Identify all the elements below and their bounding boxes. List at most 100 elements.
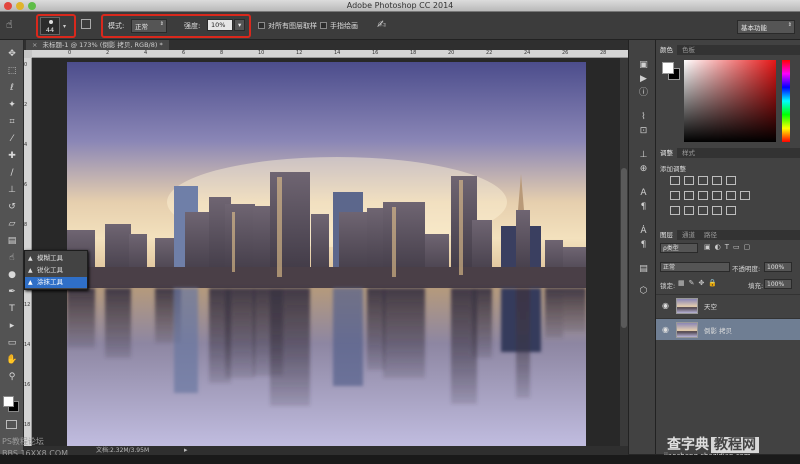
tab-layers[interactable]: 图层 [656,230,677,240]
pressure-brush-icon[interactable]: ✍ [377,18,386,31]
lock-icons[interactable]: ▦✎✥🔒 [678,279,721,287]
layer-filter-icons[interactable]: ▣◐T▭▢ [704,243,754,251]
history-panel-icon[interactable]: ▣ [638,60,649,71]
ruler-tick-label: 4 [24,142,28,148]
tab-styles[interactable]: 样式 [678,148,699,158]
curves-icon[interactable] [698,176,708,185]
finger-painting-checkbox[interactable] [320,22,327,29]
scrollbar-thumb[interactable] [621,168,627,328]
brush-panel-toggle-icon[interactable] [81,19,91,29]
paragraph-styles-icon[interactable]: ¶ [638,240,649,251]
type-tool-icon[interactable]: T [5,303,19,315]
blend-mode-select[interactable]: 正常 [660,262,730,272]
layer-row[interactable]: ◉ 天空 [656,294,800,316]
paragraph-panel-icon[interactable]: ¶ [638,202,649,213]
hand-tool-icon[interactable]: ✋ [5,354,19,366]
flyout-item[interactable]: ▲ 模糊工具 [25,253,87,264]
gradient-tool-icon[interactable]: ▤ [5,235,19,247]
color-lookup-icon[interactable] [740,191,750,200]
chevron-down-icon[interactable]: ▾ [63,23,66,30]
strength-slider-toggle[interactable]: ▾ [234,19,245,31]
close-tab-icon[interactable]: × [32,41,37,49]
ruler-origin[interactable] [24,50,32,58]
channel-mixer-icon[interactable] [726,191,736,200]
properties-panel-icon[interactable]: ▤ [638,264,649,275]
character-panel-icon[interactable]: A [638,188,649,199]
layer-name: 天空 [704,303,717,311]
tab-paths[interactable]: 路径 [700,230,721,240]
color-balance-icon[interactable] [684,191,694,200]
hue-saturation-icon[interactable] [670,191,680,200]
layer-row[interactable]: ◉ 倒影 拷贝 [656,318,800,340]
status-menu-arrow-icon[interactable]: ▸ [184,446,188,455]
tab-adjustments[interactable]: 调整 [656,148,677,158]
info-panel-icon[interactable]: ⓘ [638,88,649,99]
threshold-icon[interactable] [698,206,708,215]
lasso-tool-icon[interactable]: ℓ [5,82,19,94]
tab-channels[interactable]: 通道 [678,230,699,240]
vertical-scrollbar[interactable] [620,58,628,446]
photo-filter-icon[interactable] [712,191,722,200]
gradient-map-icon[interactable] [726,206,736,215]
flyout-item-label: 模糊工具 [37,254,63,262]
foreground-color-swatch[interactable] [662,62,674,74]
rectangle-tool-icon[interactable]: ▭ [5,337,19,349]
brush-panel-icon[interactable]: ⌇ [638,112,649,123]
horizontal-ruler[interactable]: 0 2 4 6 8 10 12 14 16 18 20 22 24 26 28 [32,50,628,58]
color-picker-field[interactable] [684,60,776,142]
black-white-icon[interactable] [698,191,708,200]
exposure-icon[interactable] [712,176,722,185]
fill-input[interactable]: 100% [764,279,792,289]
pen-tool-icon[interactable]: ✒ [5,286,19,298]
mode-select[interactable]: 正常 ⇕ [131,19,167,33]
history-brush-tool-icon[interactable]: ↺ [5,201,19,213]
marquee-tool-icon[interactable]: ⬚ [5,65,19,77]
opacity-input[interactable]: 100% [764,262,792,272]
vibrance-icon[interactable] [726,176,736,185]
brightness-contrast-icon[interactable] [670,176,680,185]
brush-tool-icon[interactable]: / [5,167,19,179]
flyout-item[interactable]: ▲ 锐化工具 [25,265,87,276]
levels-icon[interactable] [684,176,694,185]
move-tool-icon[interactable]: ✥ [5,48,19,60]
zoom-tool-icon[interactable]: ⚲ [5,371,19,383]
tab-swatches[interactable]: 色板 [678,45,699,55]
smudge-tool-icon[interactable]: ☝ [5,252,19,264]
layer-filter-kind-select[interactable]: ρ类型 [660,243,698,253]
dodge-tool-icon[interactable]: ● [5,269,19,281]
invert-icon[interactable] [670,206,680,215]
quick-mask-icon[interactable] [6,420,17,429]
ruler-tick-label: 28 [600,50,607,56]
hue-slider[interactable] [782,60,790,142]
crop-tool-icon[interactable]: ⌗ [5,116,19,128]
posterize-icon[interactable] [684,206,694,215]
clone-stamp-tool-icon[interactable]: ⊥ [5,184,19,196]
document-tab-label: 未标题-1 @ 173% (倒影 拷贝, RGB/8) * [42,41,163,49]
tool-presets-icon[interactable]: ⊕ [638,164,649,175]
strength-input[interactable]: 10% [207,19,233,31]
3d-panel-icon[interactable]: ⬡ [638,286,649,297]
eyedropper-tool-icon[interactable]: ⁄ [5,133,19,145]
eye-visibility-icon[interactable]: ◉ [662,301,669,310]
canvas-image[interactable] [67,62,586,447]
brush-preset-picker[interactable]: 44 [40,17,60,35]
tab-color[interactable]: 颜色 [656,45,677,55]
flyout-item[interactable]: ▲ 涂抹工具 [25,277,87,288]
actions-play-icon[interactable]: ▶ [638,74,649,85]
eraser-tool-icon[interactable]: ▱ [5,218,19,230]
brush-presets-icon[interactable]: ⊡ [638,126,649,137]
magic-wand-tool-icon[interactable]: ✦ [5,99,19,111]
ruler-tick-label: 18 [24,422,31,428]
healing-brush-tool-icon[interactable]: ✚ [5,150,19,162]
document-tab[interactable]: × 未标题-1 @ 173% (倒影 拷贝, RGB/8) * [26,40,169,50]
character-styles-icon[interactable]: Ȧ [638,226,649,237]
smudge-tool-preset-icon[interactable]: ☝ [6,18,13,31]
sample-all-layers-checkbox[interactable] [258,22,265,29]
clone-source-icon[interactable]: ⊥ [638,150,649,161]
chevron-updown-icon: ⇕ [159,21,164,27]
eye-visibility-icon[interactable]: ◉ [662,325,669,334]
toolbar-foreground-color[interactable] [3,396,14,407]
workspace-select[interactable]: 基本功能 ⇕ [737,20,795,34]
selective-color-icon[interactable] [712,206,722,215]
path-selection-tool-icon[interactable]: ▸ [5,320,19,332]
